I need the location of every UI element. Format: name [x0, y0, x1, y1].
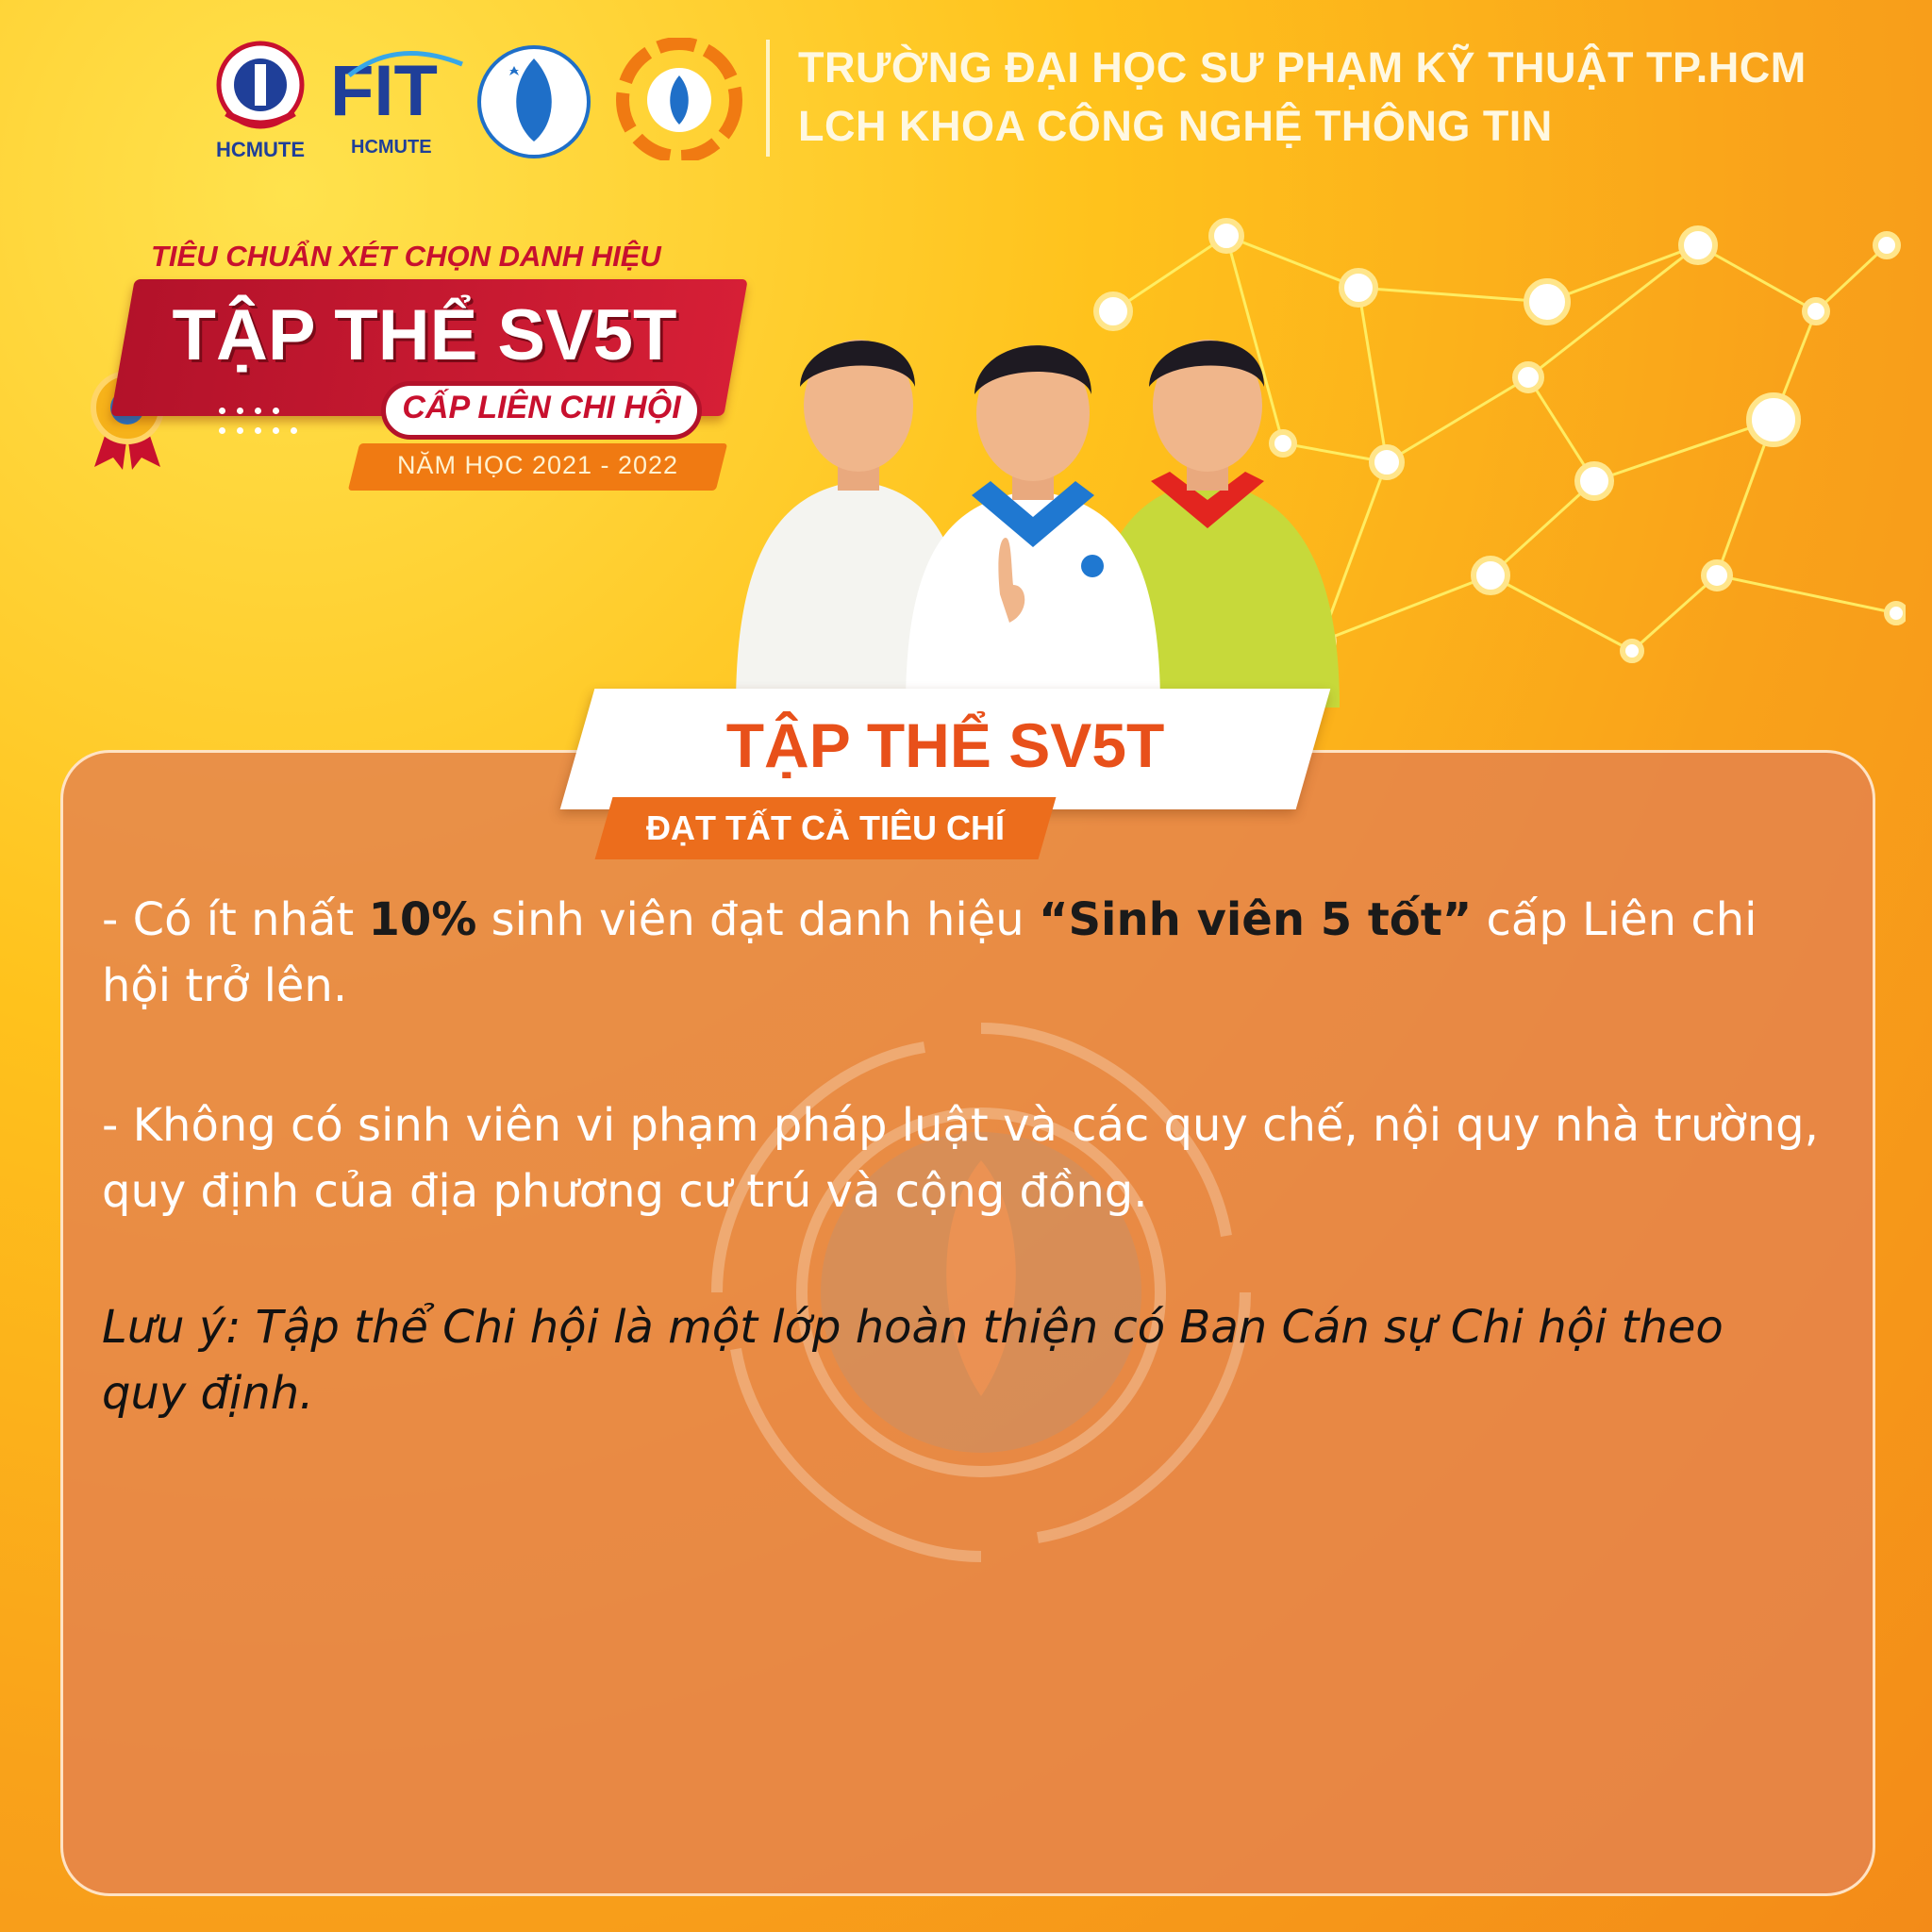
criterion-2: - Không có sinh viên vi phạm pháp luật v… — [102, 1099, 1819, 1218]
criterion-1-middle: sinh viên đạt danh hiệu — [476, 893, 1039, 946]
criterion-1-percent: 10% — [368, 893, 477, 946]
banner-year: NĂM HỌC 2021 - 2022 — [396, 451, 679, 479]
dots-decoration — [219, 408, 297, 447]
students-illustration — [736, 340, 1340, 708]
sv5t-flower-logo-icon — [616, 38, 742, 160]
student-center-icon — [906, 345, 1160, 708]
note: Lưu ý: Tập thể Chi hội là một lớp hoàn t… — [102, 1301, 1724, 1420]
hcmute-logo-label: HCMUTE — [216, 138, 305, 160]
fit-logo-sublabel: HCMUTE — [351, 137, 432, 158]
hcmute-logo-icon: HCMUTE — [216, 41, 305, 160]
fit-logo-label: FIT — [330, 51, 438, 131]
card-title: TẬP THỂ SV5T — [725, 710, 1165, 780]
criterion-1-title: “Sinh viên 5 tốt” — [1038, 893, 1473, 946]
school-name: TRƯỜNG ĐẠI HỌC SƯ PHẠM KỸ THUẬT TP.HCM — [798, 43, 1807, 92]
criterion-1: - Có ít nhất 10% sinh viên đạt danh hiệu… — [102, 887, 1819, 1019]
hoi-sinh-vien-logo-icon — [477, 45, 591, 158]
header-divider — [766, 40, 770, 157]
fit-logo-icon: FIT HCMUTE — [330, 50, 463, 158]
logo-strip: HCMUTE FIT HCMUTE — [216, 38, 742, 160]
hoi-sinh-vien-watermark-icon — [711, 1023, 1251, 1562]
faculty-name: LCH KHOA CÔNG NGHỆ THÔNG TIN — [798, 102, 1553, 150]
banner-supertitle: TIÊU CHUẨN XÉT CHỌN DANH HIỆU — [151, 240, 661, 273]
card-subtitle: ĐẠT TẤT CẢ TIÊU CHÍ — [646, 808, 1005, 847]
banner-title: TẬP THỂ SV5T — [172, 295, 677, 375]
criterion-1-prefix: - Có ít nhất — [102, 893, 369, 946]
banner-subtitle: CẤP LIÊN CHI HỘI — [402, 390, 681, 425]
